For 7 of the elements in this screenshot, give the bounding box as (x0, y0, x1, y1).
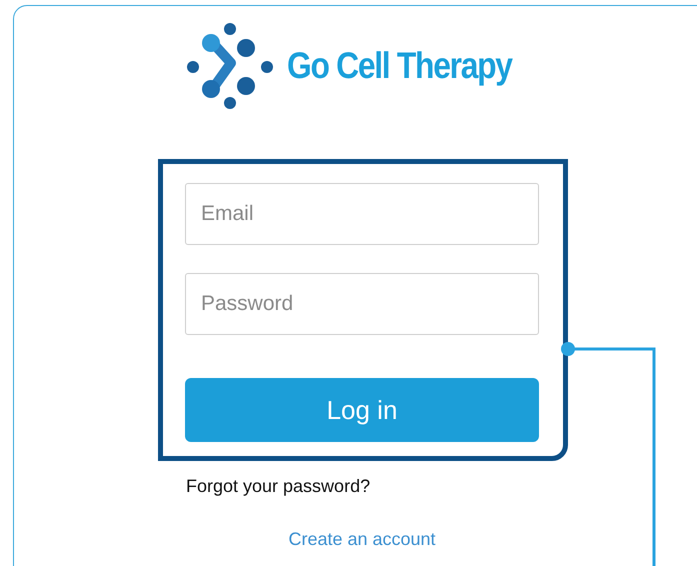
login-button[interactable]: Log in (185, 378, 539, 442)
logo-text: Go Cell Therapy (287, 45, 512, 87)
forgot-password-link[interactable]: Forgot your password? (186, 476, 370, 497)
email-field[interactable]: Email (185, 183, 539, 245)
create-account-link[interactable]: Create an account (14, 529, 697, 550)
molecule-logo-icon (187, 23, 273, 109)
password-field[interactable]: Password (185, 273, 539, 335)
